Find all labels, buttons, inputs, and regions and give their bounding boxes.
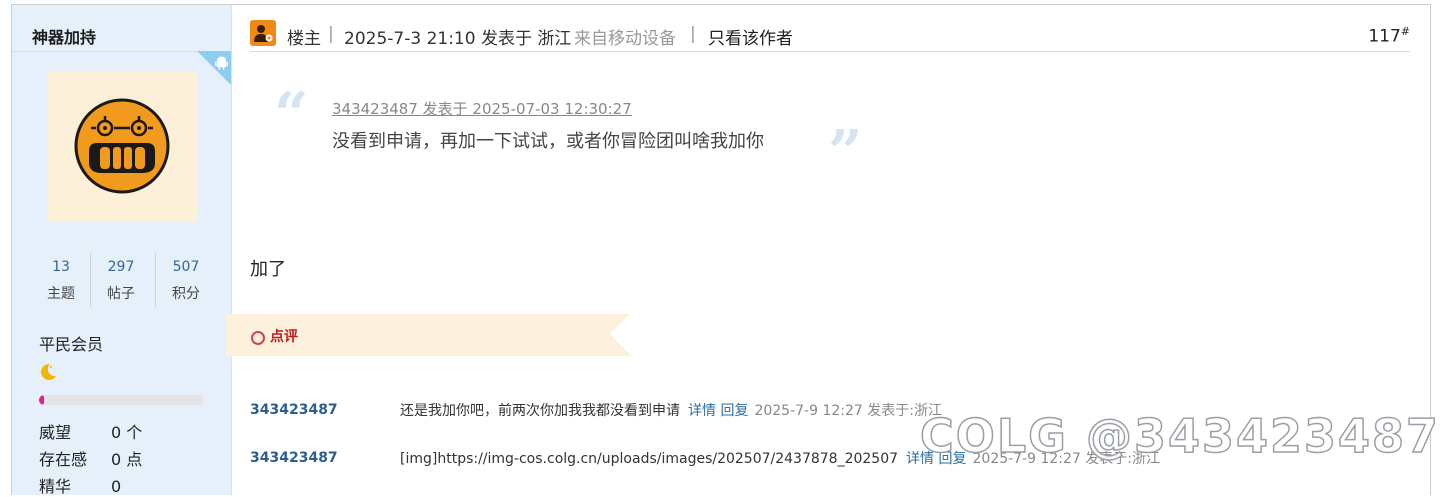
mobile-corner-badge [197,51,231,85]
post-role: 楼主 [287,29,321,49]
stat-points-label: 积分 [172,286,200,302]
separator: | [328,24,334,44]
stat-separator [90,253,91,307]
comment-content: 还是我加你吧，前两次你加我我都没看到申请 详情 回复 2025-7-9 12:27 … [400,400,942,420]
comment-ring-icon [251,331,265,345]
separator: | [690,24,696,44]
comment-reply-link[interactable]: 回复 [720,403,748,419]
comment-detail-link[interactable]: 详情 [688,403,716,419]
moon-icon [41,363,56,380]
watermark: COLG @343423487 [919,408,1440,464]
stat-points-value: 507 [172,259,200,275]
quote-close-icon: ” [828,118,863,188]
comment-text: 还是我加你吧，前两次你加我我都没看到申请 [400,403,680,419]
author-badge-icon [250,20,276,46]
stat-topics-label: 主题 [47,286,75,302]
attribute-key: 威望 [39,423,72,442]
comment-user-link[interactable]: 343423487 [250,402,338,418]
level-progress-bar [39,395,204,405]
post-header: 楼主 | 2025-7-3 21:10 发表于 浙江 来自移动设备 | 只看该作… [250,17,1410,52]
avatar-face-icon [74,98,170,194]
quote-open-icon: “ [274,80,309,150]
level-progress-fill [39,395,44,405]
stat-posts-value: 297 [107,259,135,275]
post-body: 加了 [250,259,286,280]
floor-number-value: 117 [1368,26,1401,47]
attribute-presence: 存在感 0 点 [39,446,142,470]
stat-points[interactable]: 507 积分 [157,253,215,309]
attribute-prestige: 威望 0 个 [39,419,142,443]
attribute-value: 0 点 [111,450,143,469]
comment-text: [img]https://img-cos.colg.cn/uploads/ima… [400,451,899,467]
author-username[interactable]: 神器加持 [32,24,96,48]
attribute-key: 精华 [39,477,72,496]
stat-topics-value: 13 [52,259,70,275]
stat-topics[interactable]: 13 主题 [32,253,90,309]
comment-section-label: 点评 [270,329,298,345]
author-stats: 13 主题 297 帖子 507 积分 [32,253,212,309]
attribute-key: 存在感 [39,450,88,469]
comment-time: 2025-7-9 12:27 发表于:浙江 [754,403,942,419]
member-level[interactable]: 平民会员 [39,331,103,355]
stat-separator [155,253,156,307]
android-icon [215,56,228,70]
stat-posts-label: 帖子 [107,286,135,302]
avatar[interactable] [47,71,198,222]
comment-user-link[interactable]: 343423487 [250,450,338,466]
floor-mark: # [1400,25,1410,38]
post-container: 神器加持 13 主题 297 帖子 507 积分 平民会员 威望 0 个 存在感… [11,4,1439,497]
attribute-value: 0 个 [111,423,143,442]
post-source: 来自移动设备 [574,29,676,49]
stat-posts[interactable]: 297 帖子 [92,253,150,309]
quote-meta-link[interactable]: 343423487 发表于 2025-07-03 12:30:27 [332,98,632,119]
floor-number[interactable]: 117# [1368,25,1410,47]
only-author-link[interactable]: 只看该作者 [708,24,793,49]
quote-text: 没看到申请，再加一下试试，或者你冒险团叫啥我加你 [332,131,764,152]
post-main: 楼主 | 2025-7-3 21:10 发表于 浙江 来自移动设备 | 只看该作… [226,5,1439,495]
post-date: 2025-7-3 21:10 发表于 浙江 [344,29,572,49]
comment-section-banner: 点评 [226,314,632,356]
author-sidebar: 神器加持 13 主题 297 帖子 507 积分 平民会员 威望 0 个 存在感… [12,5,232,497]
attribute-essence: 精华 0 [39,473,121,497]
